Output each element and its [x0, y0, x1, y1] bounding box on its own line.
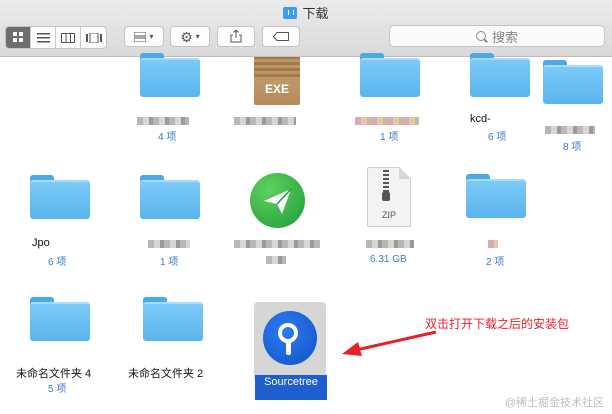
item-count: 6 项	[48, 257, 67, 268]
share-icon	[230, 30, 242, 43]
item-count: 1 项	[160, 257, 179, 268]
paper-plane-icon	[264, 188, 292, 214]
file-label	[355, 115, 419, 127]
item-count: 1 项	[380, 132, 399, 143]
search-placeholder: 搜索	[491, 29, 518, 45]
watermark: @稀土掘金技术社区	[504, 397, 604, 409]
file-grid: 4 项 EXE 1 项 kcd- 6 项 8 项 Jpo 6 项 1 项 ZIP…	[0, 53, 612, 414]
icon-view-icon[interactable]	[6, 27, 31, 48]
chevron-down-icon: ▾	[149, 32, 154, 41]
search-icon	[475, 31, 486, 41]
arrange-button[interactable]: ▾	[124, 26, 164, 47]
item-count: 5 项	[48, 384, 67, 395]
item-count: 8 项	[563, 142, 582, 153]
downloads-folder-icon	[283, 7, 298, 19]
file-label: 未命名文件夹 4	[16, 368, 92, 380]
file-label	[488, 238, 498, 250]
item-count: 2 项	[486, 257, 505, 268]
exe-archive-icon[interactable]: EXE	[254, 57, 300, 105]
coverflow-view-icon[interactable]	[81, 27, 106, 48]
window-title-text: 下载	[302, 6, 329, 21]
selected-file-label[interactable]: Sourcetree	[255, 375, 327, 390]
file-label	[234, 238, 320, 250]
gear-icon: ⚙	[180, 28, 193, 45]
file-size: 6.31 GB	[370, 254, 407, 265]
exe-label: EXE	[264, 82, 289, 96]
file-label: kcd-	[470, 113, 491, 125]
item-count: 4 项	[158, 132, 177, 143]
folder-icon[interactable]	[30, 297, 90, 341]
file-label	[366, 238, 414, 250]
folder-icon[interactable]	[543, 60, 603, 104]
selected-file-label-line2	[255, 390, 327, 400]
zip-file-icon[interactable]: ZIP	[367, 167, 411, 227]
view-mode-control[interactable]	[5, 26, 107, 49]
search-field[interactable]: 搜索	[389, 25, 605, 47]
folder-icon[interactable]	[360, 53, 420, 97]
folder-icon[interactable]	[470, 53, 530, 97]
folder-icon[interactable]	[140, 53, 200, 97]
folder-icon[interactable]	[140, 175, 200, 219]
app-paper-plane-icon[interactable]	[250, 173, 305, 228]
file-label	[266, 254, 286, 266]
chevron-down-icon: ▾	[195, 32, 200, 41]
file-label	[234, 115, 296, 127]
share-button[interactable]	[217, 26, 255, 47]
file-label	[137, 115, 189, 127]
tag-icon	[273, 32, 289, 41]
column-view-icon[interactable]	[56, 27, 81, 48]
zip-label: ZIP	[381, 210, 396, 220]
file-label	[148, 238, 190, 250]
grid-arrange-icon	[134, 31, 147, 42]
file-label	[545, 124, 595, 136]
file-label: 未命名文件夹 2	[128, 368, 204, 380]
item-count: 6 项	[488, 132, 507, 143]
action-button[interactable]: ⚙ ▾	[170, 26, 210, 47]
folder-icon[interactable]	[466, 174, 526, 218]
list-view-icon[interactable]	[31, 27, 56, 48]
file-label: Jpo	[32, 237, 50, 249]
folder-icon[interactable]	[143, 297, 203, 341]
annotation-text: 双击打开下载之后的安装包	[425, 317, 570, 331]
window-title: 下载	[0, 3, 612, 22]
sourcetree-installer-icon[interactable]	[263, 311, 317, 365]
red-arrow-icon	[342, 330, 437, 356]
finder-toolbar: 下载 ▾ ⚙ ▾ 搜索	[0, 0, 612, 57]
folder-icon[interactable]	[30, 175, 90, 219]
tag-button[interactable]	[262, 26, 300, 47]
